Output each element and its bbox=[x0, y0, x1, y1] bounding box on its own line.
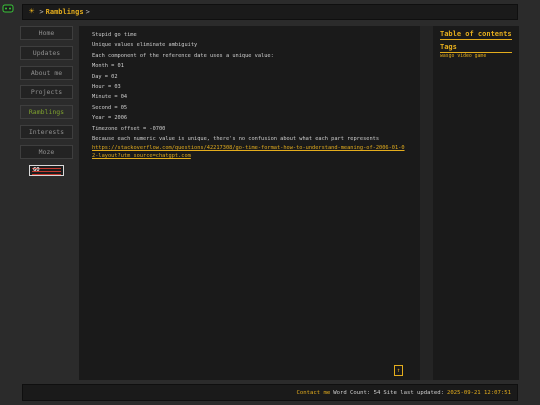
breadcrumb-trailing-separator: > bbox=[85, 8, 90, 16]
article-line: Month = 01 bbox=[92, 63, 124, 70]
flag-badge-label: GO bbox=[33, 166, 40, 173]
site-logo-icon[interactable] bbox=[2, 4, 14, 13]
article-line: Each component of the reference date use… bbox=[92, 52, 274, 59]
breadcrumb-separator: > bbox=[39, 8, 44, 16]
article-line: Year = 2006 bbox=[92, 115, 128, 122]
article-line: Minute = 04 bbox=[92, 94, 128, 101]
nav-item-projects[interactable]: Projects bbox=[20, 85, 73, 100]
article-line: Because each numeric value is unique, th… bbox=[92, 136, 380, 143]
footer: Contact me Word Count: 54 Site last upda… bbox=[22, 384, 518, 401]
source-link[interactable]: https://stackoverflow.com/questions/4221… bbox=[92, 145, 407, 159]
article-line: Day = 02 bbox=[92, 73, 118, 80]
breadcrumb-current[interactable]: Ramblings bbox=[46, 8, 84, 16]
toc-title[interactable]: Table of contents bbox=[440, 30, 512, 40]
sidebar-nav: Home Updates About me Projects Ramblings… bbox=[20, 26, 75, 176]
nav-item-ramblings[interactable]: Ramblings bbox=[20, 105, 73, 120]
breadcrumb-bar: ☀ > Ramblings > bbox=[22, 4, 518, 20]
article-line: Timezone offset = -0700 bbox=[92, 125, 166, 132]
last-updated-value: 2025-09-21 12:07:51 bbox=[447, 389, 511, 396]
table-of-contents-panel: Table of contents Tags wasgo video game bbox=[433, 26, 519, 380]
article-line: Second = 05 bbox=[92, 104, 128, 111]
contact-link[interactable]: Contact me bbox=[297, 390, 331, 396]
tags-title: Tags bbox=[440, 43, 512, 53]
word-count: Word Count: 54 bbox=[333, 389, 381, 396]
article-content: Stupid go time Unique values eliminate a… bbox=[79, 26, 420, 380]
scroll-to-top-button[interactable]: ↑ bbox=[394, 365, 403, 376]
sun-icon[interactable]: ☀ bbox=[29, 7, 34, 17]
last-updated-label: Site last updated: bbox=[383, 389, 444, 396]
nav-item-updates[interactable]: Updates bbox=[20, 45, 73, 60]
article-line: Stupid go time bbox=[92, 32, 137, 38]
article-line: Hour = 03 bbox=[92, 84, 121, 91]
nav-item-home[interactable]: Home bbox=[20, 26, 73, 40]
tag-list[interactable]: wasgo video game bbox=[440, 54, 512, 59]
flag-badge[interactable]: GO bbox=[29, 164, 64, 176]
article-line: Unique values eliminate ambiguity bbox=[92, 42, 198, 49]
nav-item-about-me[interactable]: About me bbox=[20, 65, 73, 80]
nav-item-moze[interactable]: Moze bbox=[20, 144, 73, 159]
gutter bbox=[420, 26, 433, 380]
nav-item-interests[interactable]: Interests bbox=[20, 124, 73, 139]
